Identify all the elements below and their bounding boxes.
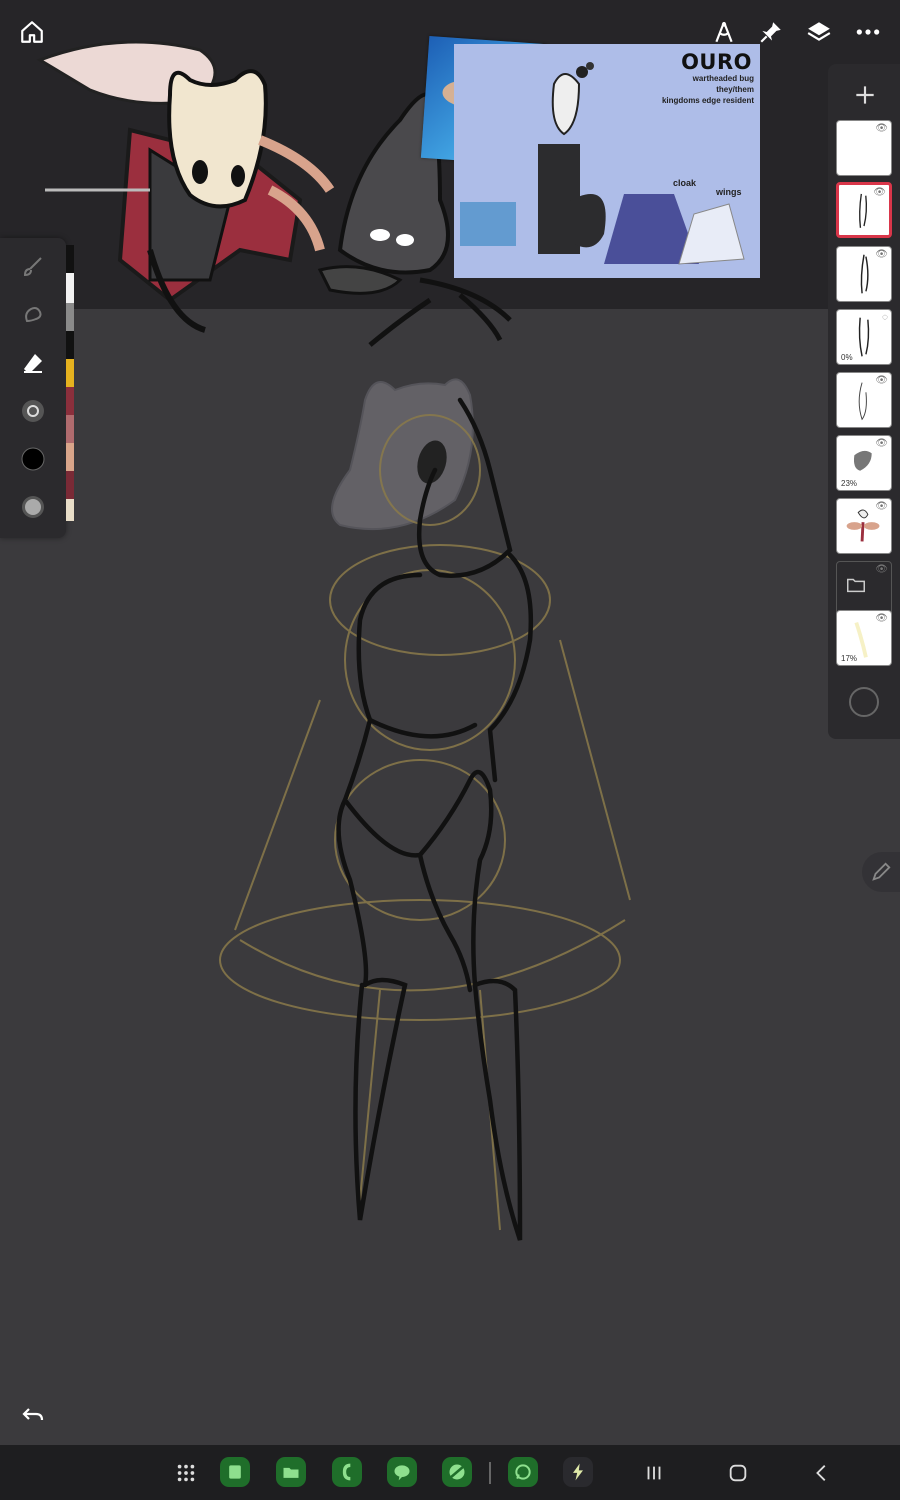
add-layer-icon[interactable]	[852, 82, 878, 108]
ref-location: kingdoms edge resident	[661, 96, 754, 105]
swatch[interactable]	[66, 443, 74, 471]
layer-thumb[interactable]: 👁	[836, 246, 892, 302]
layer-thumb[interactable]: 👁	[836, 120, 892, 176]
layer-opacity: 0%	[841, 353, 853, 362]
visibility-icon[interactable]: 👁	[875, 613, 888, 624]
home-button-icon[interactable]	[724, 1460, 752, 1486]
tool-panel	[0, 238, 66, 538]
visibility-icon[interactable]: 👁	[875, 438, 888, 449]
color-black-icon[interactable]	[14, 440, 52, 478]
swatch[interactable]	[66, 499, 74, 521]
ref-label-cloak: cloak	[673, 178, 697, 188]
drawing-canvas[interactable]	[0, 0, 900, 1445]
swatch[interactable]	[66, 471, 74, 499]
files-app-icon[interactable]	[276, 1457, 306, 1487]
dock-divider	[489, 1462, 491, 1484]
notes-app-icon[interactable]	[220, 1457, 250, 1487]
color-palette[interactable]	[66, 245, 74, 531]
recent-app-icon[interactable]	[563, 1457, 593, 1487]
swatch[interactable]	[66, 331, 74, 359]
layers-panel: 👁 👁 👁 ◌ 0% 👁 👁 23% 👁 👁 👁 17%	[828, 64, 900, 739]
layer-folder[interactable]: 👁	[836, 561, 892, 617]
opacity-icon[interactable]	[14, 488, 52, 526]
swatch[interactable]	[66, 359, 74, 387]
app-drawer-icon[interactable]	[172, 1460, 200, 1486]
whatsapp-app-icon[interactable]	[508, 1457, 538, 1487]
phone-app-icon[interactable]	[332, 1457, 362, 1487]
layer-options-icon[interactable]	[849, 687, 879, 717]
browser-app-icon[interactable]	[442, 1457, 472, 1487]
swatch[interactable]	[66, 387, 74, 415]
compass-icon[interactable]	[706, 14, 742, 50]
reference-sheet[interactable]: OURO wartheaded bug they/them kingdoms e…	[454, 44, 760, 278]
eraser-icon[interactable]	[14, 344, 52, 382]
ref-species: wartheaded bug	[692, 74, 754, 83]
layer-opacity: 23%	[841, 479, 858, 488]
layer-thumb[interactable]: 👁	[836, 498, 892, 554]
home-icon[interactable]	[14, 14, 50, 50]
swatch[interactable]	[66, 415, 74, 443]
layer-thumb[interactable]: 👁 23%	[836, 435, 892, 491]
layer-thumb[interactable]: ◌ 0%	[836, 309, 892, 365]
pencil-icon[interactable]	[862, 852, 900, 892]
visibility-icon[interactable]: 👁	[875, 123, 888, 134]
layer-opacity: 17%	[841, 654, 858, 663]
visibility-icon[interactable]: 👁	[875, 249, 888, 260]
back-button-icon[interactable]	[808, 1460, 836, 1486]
layer-thumb[interactable]: 👁	[836, 372, 892, 428]
recents-button-icon[interactable]	[640, 1460, 668, 1486]
smudge-icon[interactable]	[14, 296, 52, 334]
more-icon[interactable]	[850, 14, 886, 50]
visibility-icon[interactable]: 👁	[875, 501, 888, 512]
pin-icon[interactable]	[753, 14, 789, 50]
swatch[interactable]	[66, 245, 74, 273]
undo-icon[interactable]	[18, 1400, 48, 1428]
visibility-icon[interactable]: 👁	[875, 564, 888, 575]
ref-pronouns: they/them	[716, 85, 754, 94]
layer-thumb[interactable]: 👁 17%	[836, 610, 892, 666]
brush-icon[interactable]	[14, 248, 52, 286]
visibility-icon[interactable]: 👁	[875, 375, 888, 386]
swatch[interactable]	[66, 273, 74, 303]
visibility-icon[interactable]: 👁	[873, 187, 886, 198]
visibility-hidden-icon[interactable]: ◌	[882, 312, 888, 323]
messages-app-icon[interactable]	[387, 1457, 417, 1487]
brush-size-icon[interactable]	[14, 392, 52, 430]
ref-label-wings: wings	[716, 187, 742, 197]
layer-thumb-active[interactable]: 👁	[836, 182, 892, 238]
layers-icon[interactable]	[801, 14, 837, 50]
swatch[interactable]	[66, 303, 74, 331]
ref-title: OURO	[681, 50, 752, 74]
